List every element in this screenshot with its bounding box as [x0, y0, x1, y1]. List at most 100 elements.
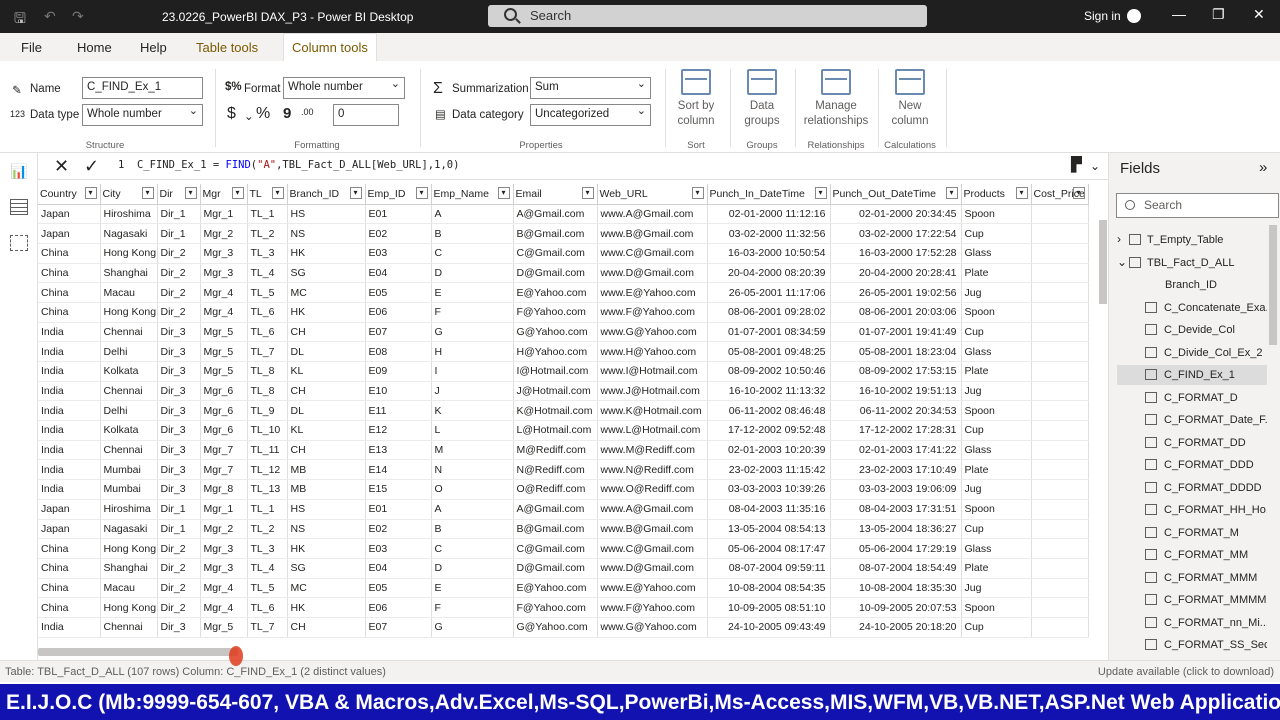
- table-cell[interactable]: E02: [365, 519, 432, 540]
- field-item[interactable]: C_FORMAT_MMMM: [1117, 590, 1267, 610]
- table-cell[interactable]: 02-01-2003 10:20:39: [707, 440, 831, 461]
- table-cell[interactable]: SG: [287, 263, 366, 284]
- table-cell[interactable]: Mgr_5: [200, 341, 248, 362]
- table-row[interactable]: India Delhi Dir_3 Mgr_5 TL_7 DL E08 H H@Yahoo.co…: [38, 341, 1089, 362]
- table-cell[interactable]: 20-04-2000 08:20:39: [707, 263, 831, 284]
- data-groups-button[interactable]: Data groups: [736, 69, 788, 129]
- chevron-down-icon[interactable]: ⌄: [1117, 255, 1127, 269]
- table-row[interactable]: Japan Nagasaki Dir_1 Mgr_2 TL_2 NS E02 B B@Gmail…: [38, 223, 1089, 244]
- table-cell[interactable]: Japan: [38, 223, 101, 244]
- table-cell[interactable]: China: [38, 263, 101, 284]
- table-row[interactable]: India Chennai Dir_3 Mgr_6 TL_8 CH E10 J J@Hotmai…: [38, 381, 1089, 402]
- table-cell[interactable]: Dir_2: [157, 538, 201, 559]
- table-cell[interactable]: 16-03-2000 17:52:28: [830, 243, 962, 264]
- table-cell[interactable]: Glass: [961, 341, 1032, 362]
- name-field[interactable]: C_FIND_Ex_1: [82, 77, 203, 99]
- table-cell[interactable]: 02-01-2003 17:41:22: [830, 440, 962, 461]
- table-cell[interactable]: Jug: [961, 381, 1032, 402]
- table-cell[interactable]: Spoon: [961, 302, 1032, 323]
- table-cell[interactable]: [1031, 263, 1089, 284]
- maximize-button[interactable]: ❐: [1212, 6, 1225, 23]
- table-row[interactable]: China Macau Dir_2 Mgr_4 TL_5 MC E05 E E@Yahoo.co…: [38, 578, 1089, 599]
- table-cell[interactable]: Mgr_5: [200, 617, 248, 638]
- table-cell[interactable]: TL_6: [247, 597, 288, 618]
- table-cell[interactable]: E13: [365, 440, 432, 461]
- filter-dropdown-icon[interactable]: ▾: [349, 187, 362, 199]
- field-item[interactable]: C_FORMAT_M: [1117, 523, 1267, 543]
- field-item[interactable]: C_FORMAT_MM: [1117, 545, 1267, 565]
- table-cell[interactable]: Jug: [961, 479, 1032, 500]
- table-cell[interactable]: Mumbai: [100, 459, 158, 481]
- table-cell[interactable]: E05: [365, 578, 432, 599]
- filter-dropdown-icon[interactable]: ▾: [691, 187, 704, 199]
- table-cell[interactable]: TL_1: [247, 499, 288, 520]
- filter-dropdown-icon[interactable]: ▾: [141, 187, 154, 199]
- table-row[interactable]: China Hong Kong Dir_2 Mgr_4 TL_6 HK E06 F F@Yaho…: [38, 597, 1089, 618]
- table-cell[interactable]: Glass: [961, 440, 1032, 461]
- table-cell[interactable]: Delhi: [100, 341, 158, 362]
- table-cell[interactable]: www.D@Gmail.com: [597, 263, 708, 284]
- table-cell[interactable]: 06-11-2002 08:46:48: [707, 400, 831, 422]
- column-header[interactable]: Web_URL ▾: [597, 184, 708, 205]
- table-cell[interactable]: I: [431, 361, 514, 382]
- filter-dropdown-icon[interactable]: ▾: [945, 187, 958, 199]
- table-cell[interactable]: B@Gmail.com: [513, 223, 598, 244]
- table-cell[interactable]: Hong Kong: [100, 597, 158, 618]
- table-cell[interactable]: 08-06-2001 20:03:06: [830, 302, 962, 323]
- filter-dropdown-icon[interactable]: ▾: [271, 187, 284, 199]
- table-cell[interactable]: Dir_3: [157, 400, 201, 422]
- table-cell[interactable]: TL_1: [247, 204, 288, 225]
- table-cell[interactable]: CH: [287, 381, 366, 402]
- table-cell[interactable]: TL_6: [247, 302, 288, 323]
- table-cell[interactable]: TL_3: [247, 243, 288, 264]
- table-cell[interactable]: 08-07-2004 09:59:11: [707, 558, 831, 579]
- field-item[interactable]: C_FORMAT_D: [1117, 388, 1267, 408]
- table-cell[interactable]: H@Yahoo.com: [513, 341, 598, 362]
- table-cell[interactable]: MB: [287, 459, 366, 481]
- table-cell[interactable]: www.O@Rediff.com: [597, 479, 708, 500]
- filter-dropdown-icon[interactable]: ▾: [1072, 187, 1085, 199]
- table-cell[interactable]: [1031, 302, 1089, 323]
- table-cell[interactable]: [1031, 558, 1089, 579]
- percent-button[interactable]: %: [256, 105, 270, 123]
- column-header[interactable]: Country ▾: [38, 184, 101, 205]
- table-cell[interactable]: 08-09-2002 17:53:15: [830, 361, 962, 382]
- currency-button[interactable]: $: [227, 105, 236, 123]
- category-select[interactable]: Uncategorized: [530, 104, 651, 126]
- table-cell[interactable]: D: [431, 558, 514, 579]
- table-cell[interactable]: C: [431, 538, 514, 559]
- redo-icon[interactable]: ↷: [72, 8, 84, 25]
- table-cell[interactable]: E: [431, 578, 514, 599]
- table-cell[interactable]: Mgr_6: [200, 420, 248, 441]
- table-cell[interactable]: Mumbai: [100, 479, 158, 500]
- table-cell[interactable]: D@Gmail.com: [513, 558, 598, 579]
- table-cell[interactable]: E01: [365, 499, 432, 520]
- table-cell[interactable]: Cup: [961, 223, 1032, 244]
- table-cell[interactable]: Mgr_5: [200, 322, 248, 343]
- table-cell[interactable]: E@Yahoo.com: [513, 578, 598, 599]
- table-cell[interactable]: [1031, 420, 1089, 441]
- table-cell[interactable]: Plate: [961, 263, 1032, 284]
- field-item[interactable]: ⌄ TBL_Fact_D_ALL: [1113, 253, 1263, 273]
- table-cell[interactable]: [1031, 381, 1089, 402]
- data-view-icon[interactable]: [10, 199, 28, 215]
- table-cell[interactable]: HK: [287, 597, 366, 618]
- table-row[interactable]: India Kolkata Dir_3 Mgr_5 TL_8 KL E09 I I@Hotmai…: [38, 361, 1089, 382]
- table-cell[interactable]: 08-04-2003 11:35:16: [707, 499, 831, 520]
- table-cell[interactable]: E@Yahoo.com: [513, 282, 598, 303]
- table-cell[interactable]: Glass: [961, 538, 1032, 559]
- table-cell[interactable]: Mgr_4: [200, 282, 248, 303]
- table-cell[interactable]: China: [38, 243, 101, 264]
- table-cell[interactable]: N@Rediff.com: [513, 459, 598, 481]
- table-cell[interactable]: India: [38, 479, 101, 500]
- table-cell[interactable]: Hiroshima: [100, 204, 158, 225]
- table-row[interactable]: India Kolkata Dir_3 Mgr_6 TL_10 KL E12 L L@Hotma…: [38, 420, 1089, 441]
- table-cell[interactable]: 13-05-2004 08:54:13: [707, 519, 831, 540]
- table-cell[interactable]: www.I@Hotmail.com: [597, 361, 708, 382]
- table-cell[interactable]: 03-02-2000 17:22:54: [830, 223, 962, 244]
- table-cell[interactable]: 10-09-2005 20:07:53: [830, 597, 962, 618]
- table-cell[interactable]: SG: [287, 558, 366, 579]
- cancel-formula-icon[interactable]: ✕: [54, 156, 69, 177]
- table-cell[interactable]: E15: [365, 479, 432, 500]
- table-cell[interactable]: [1031, 617, 1089, 638]
